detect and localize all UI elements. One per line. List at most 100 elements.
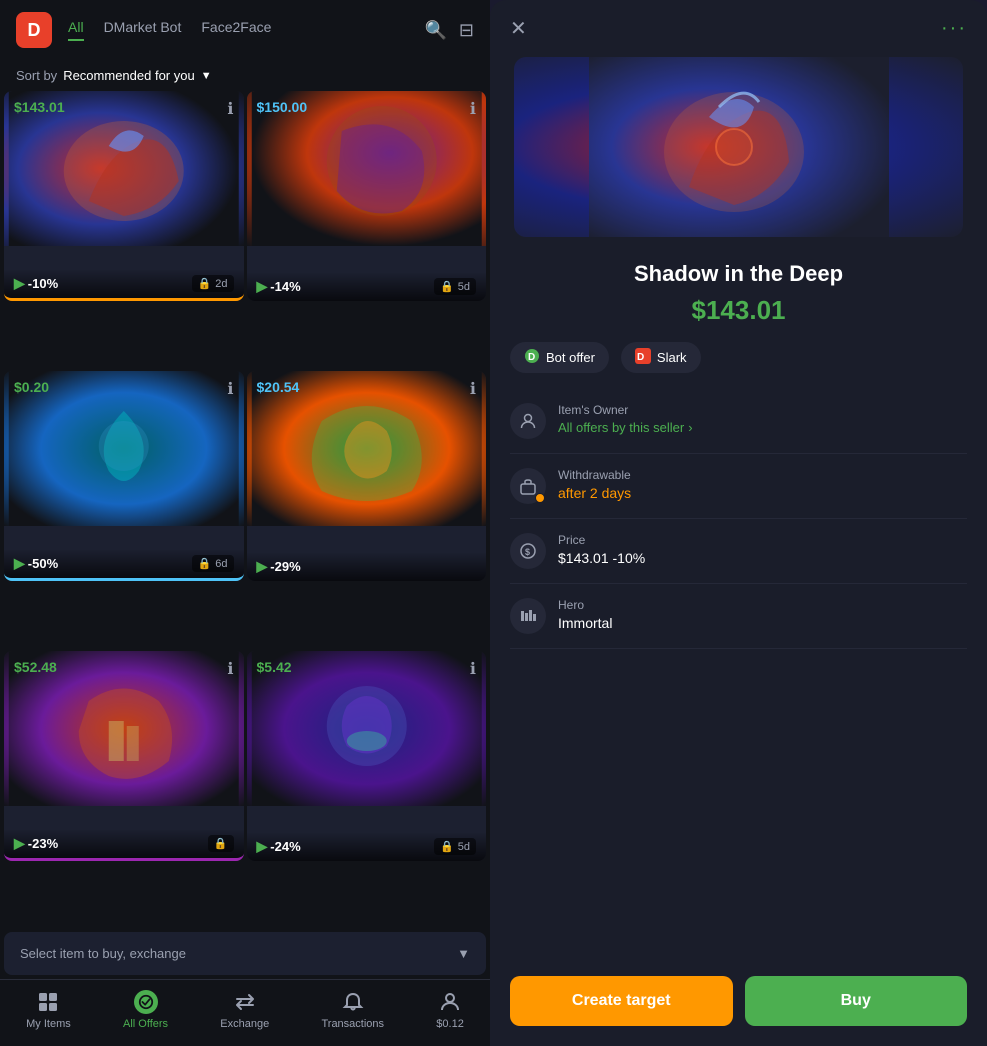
app-header: D All DMarket Bot Face2Face 🔍 ⊟	[0, 0, 490, 60]
bell-icon	[341, 990, 365, 1014]
filter-icon[interactable]: ⊟	[459, 20, 474, 41]
owner-label: Item's Owner	[558, 403, 967, 417]
list-item[interactable]: $143.01 ℹ ▶ -10% 🔒 2d	[4, 91, 244, 301]
nav-transactions[interactable]: Transactions	[321, 990, 384, 1030]
search-icon[interactable]: 🔍	[424, 20, 446, 41]
lock-days: 6d	[215, 558, 227, 570]
lock-icon: 🔒	[440, 840, 454, 853]
game-badge: D Slark	[621, 342, 701, 373]
owner-icon	[510, 403, 546, 439]
arrow-icon: ▶	[257, 838, 268, 855]
discount-value: -23%	[28, 836, 58, 851]
offers-icon	[134, 990, 158, 1014]
item-footer: ▶ -10% 🔒 2d	[4, 269, 244, 298]
action-buttons: Create target Buy	[490, 960, 987, 1046]
list-item[interactable]: $150.00 ℹ ▶ -14% 🔒 5d	[247, 91, 487, 301]
owner-link[interactable]: All offers by this seller ›	[558, 420, 967, 435]
withdrawable-row: Withdrawable after 2 days	[510, 454, 967, 519]
price-row: $ Price $143.01 -10%	[510, 519, 967, 584]
price-content: Price $143.01 -10%	[558, 533, 967, 566]
more-options-button[interactable]: ···	[941, 17, 967, 40]
user-icon	[438, 990, 462, 1014]
close-button[interactable]: ✕	[510, 16, 527, 41]
withdrawable-label: Withdrawable	[558, 468, 967, 482]
bottom-select-bar[interactable]: Select item to buy, exchange ▼	[4, 932, 486, 975]
lock-icon: 🔒	[198, 557, 212, 570]
item-price: $5.42	[257, 659, 292, 675]
nav-tabs: All DMarket Bot Face2Face	[68, 19, 408, 41]
svg-text:$: $	[525, 547, 530, 557]
grid-icon	[36, 990, 60, 1014]
item-price: $143.01	[14, 99, 65, 115]
buy-button[interactable]: Buy	[745, 976, 968, 1026]
lock-icon: 🔒	[214, 837, 228, 850]
owner-row: Item's Owner All offers by this seller ›	[510, 389, 967, 454]
discount-badge: ▶ -14%	[257, 278, 301, 295]
discount-value: -24%	[270, 839, 300, 854]
hero-label: Hero	[558, 598, 967, 612]
exchange-icon	[233, 990, 257, 1014]
discount-value: -14%	[270, 279, 300, 294]
tab-dmarket-bot[interactable]: DMarket Bot	[104, 19, 182, 41]
dota-icon: D	[524, 348, 540, 367]
item-price: $0.20	[14, 379, 49, 395]
left-panel: D All DMarket Bot Face2Face 🔍 ⊟ Sort by …	[0, 0, 490, 1046]
list-item[interactable]: $0.20 ℹ ▶ -50% 🔒 6d	[4, 371, 244, 581]
item-footer: ▶ -23% 🔒	[4, 829, 244, 858]
arrow-icon: ▶	[14, 555, 25, 572]
arrow-icon: ▶	[257, 278, 268, 295]
list-item[interactable]: $20.54 ℹ ▶ -29%	[247, 371, 487, 581]
list-item[interactable]: $5.42 ℹ ▶ -24% 🔒 5d	[247, 651, 487, 861]
info-icon[interactable]: ℹ	[227, 379, 233, 399]
discount-value: -29%	[270, 559, 300, 574]
nav-my-items[interactable]: My Items	[26, 990, 71, 1030]
hero-icon	[510, 598, 546, 634]
discount-badge: ▶ -24%	[257, 838, 301, 855]
sort-bar: Sort by Recommended for you ▼	[0, 60, 490, 91]
nav-all-offers[interactable]: All Offers	[123, 990, 168, 1030]
nav-exchange[interactable]: Exchange	[220, 990, 269, 1030]
arrow-icon: ▶	[257, 558, 268, 575]
detail-panel: ✕ ··· Shadow in the Deep $143.01	[490, 0, 987, 1046]
item-footer: ▶ -29%	[247, 552, 487, 581]
items-grid: $143.01 ℹ ▶ -10% 🔒 2d	[0, 91, 490, 928]
owner-content: Item's Owner All offers by this seller ›	[558, 403, 967, 435]
lock-days: 5d	[458, 281, 470, 293]
offer-badges: D Bot offer D Slark	[490, 342, 987, 389]
arrow-icon: ▶	[14, 835, 25, 852]
detail-rows: Item's Owner All offers by this seller ›…	[490, 389, 987, 960]
nav-account[interactable]: $0.12	[436, 990, 464, 1030]
bottom-nav: My Items All Offers Exchange	[0, 979, 490, 1046]
item-price-main: $143.01	[490, 291, 987, 342]
hero-value: Immortal	[558, 615, 967, 631]
item-footer: ▶ -50% 🔒 6d	[4, 549, 244, 578]
tab-face2face[interactable]: Face2Face	[201, 19, 271, 41]
item-name: Shadow in the Deep	[490, 253, 987, 291]
info-icon[interactable]: ℹ	[227, 99, 233, 119]
discount-badge: ▶ -50%	[14, 555, 58, 572]
list-item[interactable]: $52.48 ℹ ▶ -23% 🔒	[4, 651, 244, 861]
chevron-down-icon: ▼	[201, 70, 212, 82]
info-icon[interactable]: ℹ	[470, 659, 476, 679]
tab-all[interactable]: All	[68, 19, 84, 41]
sort-label: Sort by	[16, 68, 57, 83]
lock-info: 🔒 5d	[434, 278, 476, 295]
hero-content: Hero Immortal	[558, 598, 967, 631]
withdrawable-value: after 2 days	[558, 485, 967, 501]
sort-value[interactable]: Recommended for you	[63, 68, 195, 83]
svg-text:D: D	[637, 352, 644, 363]
lock-info: 🔒 6d	[192, 555, 234, 572]
item-price: $150.00	[257, 99, 308, 115]
app-logo: D	[16, 12, 52, 48]
nav-label: Transactions	[321, 1018, 384, 1030]
price-label: Price	[558, 533, 967, 547]
info-icon[interactable]: ℹ	[470, 99, 476, 119]
info-icon[interactable]: ℹ	[227, 659, 233, 679]
create-target-button[interactable]: Create target	[510, 976, 733, 1026]
arrow-icon: ▶	[14, 275, 25, 292]
price-icon: $	[510, 533, 546, 569]
discount-value: -50%	[28, 556, 58, 571]
lock-info: 🔒 2d	[192, 275, 234, 292]
info-icon[interactable]: ℹ	[470, 379, 476, 399]
lock-info: 🔒	[208, 835, 234, 852]
